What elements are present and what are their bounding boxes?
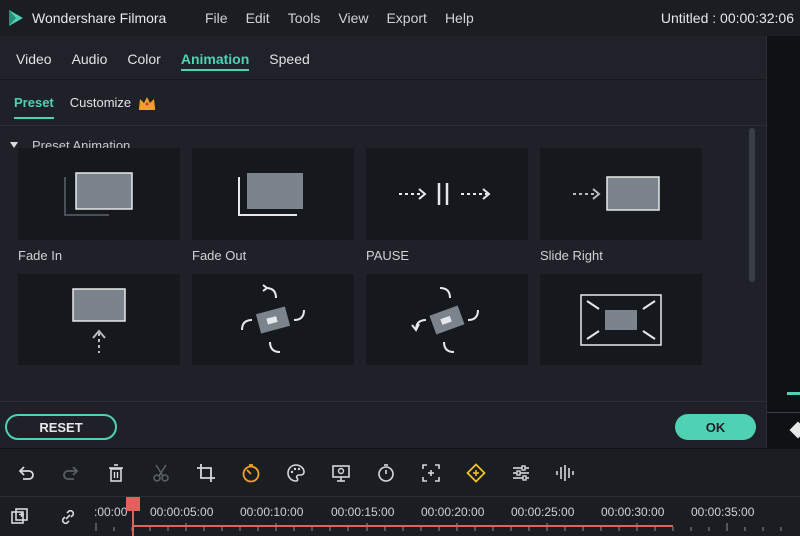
subtab-preset[interactable]: Preset (6, 95, 62, 119)
timeline-range-bar (133, 525, 673, 527)
preset-card-pause[interactable]: PAUSE (366, 148, 528, 266)
audio-adjust-icon[interactable] (510, 462, 532, 484)
panel-tabs: Video Audio Color Animation Speed (0, 36, 766, 80)
preview-divider (767, 412, 800, 413)
preset-card-rotate-ccw[interactable] (366, 274, 528, 365)
project-title: Untitled : 00:00:32:06 (660, 10, 794, 26)
undo-icon[interactable] (15, 462, 37, 484)
preset-card-fade-out[interactable]: Fade Out (192, 148, 354, 266)
cut-icon[interactable] (150, 462, 172, 484)
preset-card-slide-right[interactable]: Slide Right (540, 148, 702, 266)
preset-grid: Fade In Fade Out PAUSE Slide Right (18, 148, 718, 365)
timeline-ruler[interactable]: :00:00 00:00:05:00 00:00:10:00 00:00:15:… (92, 497, 800, 536)
speed-icon[interactable] (240, 462, 262, 484)
menu-tools[interactable]: Tools (279, 10, 330, 26)
crop-icon[interactable] (195, 462, 217, 484)
crown-icon (139, 96, 156, 110)
preset-scrollbar[interactable] (749, 128, 755, 282)
tab-audio[interactable]: Audio (62, 51, 118, 79)
preset-label: Slide Right (540, 248, 603, 263)
preset-card-fade-in[interactable]: Fade In (18, 148, 180, 266)
app-name: Wondershare Filmora (32, 10, 167, 26)
preset-card-rotate-cw[interactable] (192, 274, 354, 365)
rotate-cw-thumb-icon[interactable] (192, 274, 354, 365)
subtab-customize[interactable]: Customize (62, 95, 165, 111)
keyframe-icon[interactable] (465, 462, 487, 484)
title-bar: Wondershare Filmora File Edit Tools View… (0, 0, 800, 36)
preset-label: Fade Out (192, 248, 247, 263)
menu-bar: File Edit Tools View Export Help (196, 10, 483, 26)
preset-card-zoom-out[interactable] (540, 274, 702, 365)
fade-out-thumb-icon[interactable] (192, 148, 354, 240)
redo-icon[interactable] (60, 462, 82, 484)
menu-file[interactable]: File (196, 10, 237, 26)
timeline-ruler-bar: :00:00 00:00:05:00 00:00:10:00 00:00:15:… (0, 496, 800, 536)
tab-speed[interactable]: Speed (259, 51, 319, 79)
ok-button[interactable]: OK (675, 414, 756, 440)
slide-right-thumb-icon[interactable] (540, 148, 702, 240)
preset-label: Fade In (18, 248, 63, 263)
tab-animation[interactable]: Animation (171, 51, 259, 79)
delete-icon[interactable] (105, 462, 127, 484)
menu-view[interactable]: View (329, 10, 377, 26)
timeline-toolbar (0, 448, 800, 496)
caret-down-icon (10, 142, 18, 148)
green-screen-icon[interactable] (330, 462, 352, 484)
pause-thumb-icon[interactable] (366, 148, 528, 240)
preview-progress-indicator (787, 392, 800, 395)
preview-strip (766, 36, 800, 448)
play-marker-icon[interactable] (789, 421, 800, 439)
animation-subtabs: Preset Customize (0, 80, 766, 126)
subtab-preset-label: Preset (14, 95, 54, 110)
fade-in-thumb-icon[interactable] (18, 148, 180, 240)
tab-video[interactable]: Video (6, 51, 62, 79)
tick-label: 00:00:10:00 (240, 505, 304, 519)
tab-color[interactable]: Color (117, 51, 170, 79)
tick-label: 00:00:25:00 (511, 505, 575, 519)
menu-export[interactable]: Export (377, 10, 435, 26)
add-track-icon[interactable] (10, 507, 30, 527)
zoom-fit-icon[interactable] (420, 462, 442, 484)
rotate-ccw-thumb-icon[interactable] (366, 274, 528, 365)
tick-label: 00:00:30:00 (601, 505, 665, 519)
filmora-logo-icon (2, 0, 30, 36)
playhead-line[interactable] (132, 507, 134, 536)
tick-label: 00:00:20:00 (421, 505, 485, 519)
tick-label: 00:00:15:00 (331, 505, 395, 519)
menu-edit[interactable]: Edit (237, 10, 279, 26)
zoom-out-thumb-icon[interactable] (540, 274, 702, 365)
playhead-handle[interactable] (126, 497, 140, 511)
tick-label: 00:00:05:00 (150, 505, 214, 519)
preset-label: PAUSE (366, 248, 410, 263)
tick-label: 00:00:35:00 (691, 505, 755, 519)
audio-waveform-icon[interactable] (555, 462, 577, 484)
preset-card-slide-up[interactable] (18, 274, 180, 365)
slide-up-thumb-icon[interactable] (18, 274, 180, 365)
color-palette-icon[interactable] (285, 462, 307, 484)
link-icon[interactable] (58, 507, 78, 527)
subtab-customize-label: Customize (69, 95, 132, 110)
tick-label: :00:00 (94, 505, 128, 519)
reset-button[interactable]: RESET (5, 414, 117, 440)
panel-footer: RESET OK (0, 401, 766, 448)
duration-icon[interactable] (375, 462, 397, 484)
menu-help[interactable]: Help (436, 10, 483, 26)
